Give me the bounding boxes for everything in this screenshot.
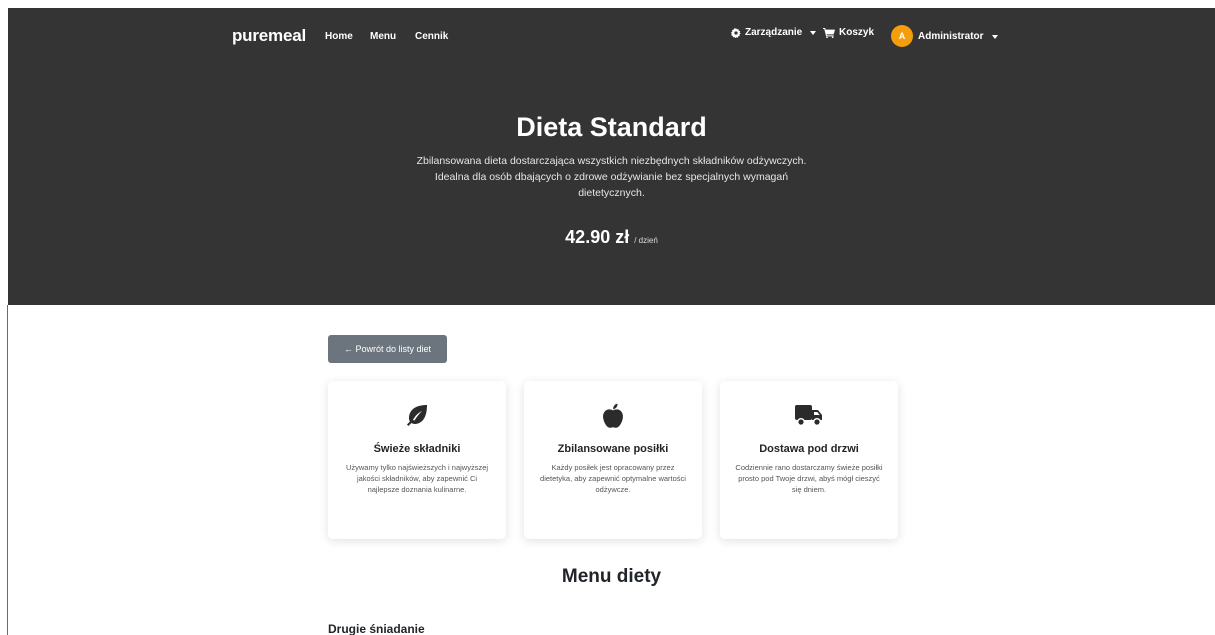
feature-card-delivery: Dostawa pod drzwi Codziennie rano dostar… (720, 381, 898, 539)
price-unit: / dzień (634, 236, 658, 245)
page: puremeal Home Menu Cennik Zarządzanie Ko… (8, 8, 1215, 635)
feature-description: Używamy tylko najświeższych i najwyższej… (345, 463, 489, 494)
nav-link-menu[interactable]: Menu (370, 31, 396, 42)
nav-link-home[interactable]: Home (325, 31, 353, 42)
cart-link[interactable]: Koszyk (823, 27, 874, 38)
back-to-diets-button[interactable]: ← Powrót do listy diet (328, 335, 447, 363)
user-dropdown[interactable]: Administrator (918, 31, 998, 42)
manage-label: Zarządzanie (745, 27, 803, 38)
nav-link-cennik[interactable]: Cennik (415, 31, 448, 42)
feature-title: Dostawa pod drzwi (759, 443, 859, 455)
chevron-down-icon (991, 34, 998, 39)
top-navbar: puremeal Home Menu Cennik Zarządzanie Ko… (8, 8, 1215, 64)
window-top-margin (0, 0, 1215, 8)
feature-card-balanced: Zbilansowane posiłki Każdy posiłek jest … (524, 381, 702, 539)
cart-label: Koszyk (839, 27, 875, 38)
feature-description: Codziennie rano dostarczamy świeże posił… (735, 463, 883, 494)
chevron-down-icon (810, 30, 817, 35)
diet-description: Zbilansowana dieta dostarczająca wszystk… (416, 155, 807, 199)
leaf-icon (407, 405, 427, 426)
diet-price: 42.90 zł / dzień (8, 227, 1215, 248)
apple-icon (603, 403, 623, 428)
manage-dropdown[interactable]: Zarządzanie (731, 27, 817, 38)
hero-section: Dieta Standard Zbilansowana dieta dostar… (8, 64, 1215, 305)
meal-heading: Drugie śniadanie (328, 622, 425, 635)
gear-icon (731, 27, 741, 38)
truck-icon (795, 405, 822, 426)
menu-section-title: Menu diety (561, 566, 662, 587)
user-label: Administrator (918, 31, 984, 42)
avatar[interactable]: A (891, 25, 913, 47)
price-value: 42.90 zł (565, 227, 630, 247)
cart-icon (823, 27, 835, 38)
feature-title: Świeże składniki (373, 443, 461, 455)
feature-title: Zbilansowane posiłki (557, 443, 669, 455)
brand-logo[interactable]: puremeal (232, 26, 306, 46)
diet-title: Dieta Standard (516, 112, 707, 142)
feature-description: Każdy posiłek jest opracowany przez diet… (540, 463, 686, 494)
feature-card-fresh: Świeże składniki Używamy tylko najświeżs… (328, 381, 506, 539)
